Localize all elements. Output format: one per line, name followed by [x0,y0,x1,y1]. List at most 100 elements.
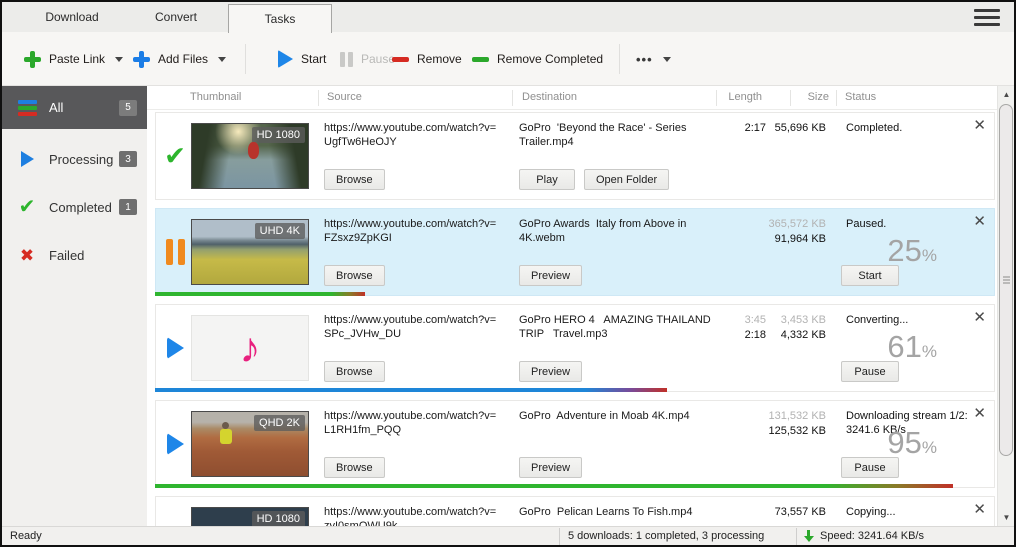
tab-bar: Download Convert Tasks [2,2,1014,32]
pause-state-icon [162,239,188,265]
task-row[interactable]: UHD 4K https://www.youtube.com/watch?v=F… [155,208,995,296]
task-row[interactable]: HD 1080 https://www.youtube.com/watch?v=… [155,496,995,526]
downloads-summary: 5 downloads: 1 completed, 3 processing [568,530,764,542]
tab-tasks[interactable]: Tasks [228,4,332,33]
pause-task-button[interactable]: Pause [841,457,899,478]
plus-icon [24,51,41,68]
video-thumbnail: UHD 4K [191,219,309,285]
progress-bar [155,292,995,296]
content-area: All 5 Processing 3 ✔ Completed 1 ✖ Faile… [2,86,1014,526]
column-thumbnail[interactable]: Thumbnail [190,91,241,103]
preview-button[interactable]: Preview [519,457,582,478]
sidebar-item-completed[interactable]: ✔ Completed 1 [2,190,147,224]
toolbar-separator [245,44,246,74]
plus-icon [133,51,150,68]
close-icon[interactable]: ✕ [973,118,986,133]
column-status[interactable]: Status [845,91,876,103]
task-rows: ✔ HD 1080 https://www.youtube.com/watch?… [147,110,997,526]
sidebar-item-failed[interactable]: ✖ Failed [2,238,147,272]
pause-button[interactable]: Pause [340,32,395,86]
table-header: Thumbnail Source Destination Length Size… [147,86,997,110]
tab-download[interactable]: Download [20,2,124,32]
progress-bar [155,388,995,392]
preview-button[interactable]: Preview [519,265,582,286]
browse-button[interactable]: Browse [324,265,385,286]
vertical-scrollbar[interactable]: ▲ ▼ [997,86,1014,526]
source-url: https://www.youtube.com/watch?v=UgfTw6He… [324,121,516,149]
quality-badge: QHD 2K [254,415,305,431]
progress-percent: 25% [887,233,937,269]
remove-button[interactable]: Remove [392,32,462,86]
paste-link-button[interactable]: Paste Link [24,32,123,86]
source-url: https://www.youtube.com/watch?v=FZsxz9Zp… [324,217,516,245]
pause-task-button[interactable]: Pause [841,361,899,382]
browse-button[interactable]: Browse [324,169,385,190]
play-state-icon [162,433,188,455]
status-bar: Ready 5 downloads: 1 completed, 3 proces… [2,526,1014,545]
start-button[interactable]: Start [278,32,326,86]
sidebar-item-label: Completed [49,200,112,215]
task-list: Thumbnail Source Destination Length Size… [147,86,1014,526]
destination-file: GoPro Adventure in Moab 4K.mp4 [519,409,727,423]
scroll-up-icon[interactable]: ▲ [998,86,1015,103]
sidebar-item-label: All [49,100,63,115]
close-icon[interactable]: ✕ [973,406,986,421]
size-cell: 3,453 KB4,332 KB [736,313,826,343]
sidebar: All 5 Processing 3 ✔ Completed 1 ✖ Faile… [2,86,147,526]
start-task-button[interactable]: Start [841,265,899,286]
close-icon[interactable]: ✕ [973,502,986,517]
video-thumbnail: HD 1080 [191,507,309,526]
destination-file: GoPro Pelican Learns To Fish.mp4 [519,505,727,519]
destination-file: GoPro Awards Italy from Above in 4K.webm [519,217,727,245]
size-cell: 73,557 KB [736,505,826,520]
scroll-down-icon[interactable]: ▼ [998,509,1015,526]
browse-button[interactable]: Browse [324,361,385,382]
add-files-button[interactable]: Add Files [133,32,226,86]
browse-button[interactable]: Browse [324,457,385,478]
source-url: https://www.youtube.com/watch?v=zyI0smQW… [324,505,516,526]
progress-percent: 61% [887,329,937,365]
tab-convert[interactable]: Convert [126,2,226,32]
quality-badge: UHD 4K [255,223,305,239]
close-icon[interactable]: ✕ [973,214,986,229]
ellipsis-icon: ••• [636,52,653,67]
progress-bar [155,484,995,488]
open-folder-button[interactable]: Open Folder [584,169,669,190]
more-options-button[interactable]: ••• [636,32,671,86]
size-cell: 365,572 KB91,964 KB [736,217,826,247]
column-size[interactable]: Size [749,91,829,103]
scrollbar-thumb[interactable] [999,104,1013,456]
play-icon [278,50,293,68]
toolbar: Paste Link Add Files Start Pause Remove … [2,32,1014,86]
chevron-down-icon [663,57,671,62]
task-row[interactable]: QHD 2K https://www.youtube.com/watch?v=L… [155,400,995,488]
task-row[interactable]: ✔ HD 1080 https://www.youtube.com/watch?… [155,112,995,200]
preview-button[interactable]: Preview [519,361,582,382]
toolbar-separator [619,44,620,74]
chevron-down-icon[interactable] [115,57,123,62]
minus-icon [392,57,409,62]
close-icon[interactable]: ✕ [973,310,986,325]
stack-icon [15,100,39,116]
remove-completed-button[interactable]: Remove Completed [472,32,603,86]
play-button[interactable]: Play [519,169,575,190]
size-cell: 55,696 KB [736,121,826,136]
column-source[interactable]: Source [327,91,362,103]
menu-icon[interactable] [974,9,1000,26]
column-destination[interactable]: Destination [522,91,577,103]
sidebar-item-processing[interactable]: Processing 3 [2,142,147,176]
play-icon [15,151,39,167]
chevron-down-icon[interactable] [218,57,226,62]
task-row[interactable]: ♪ https://www.youtube.com/watch?v=SPc_JV… [155,304,995,392]
progress-percent: 95% [887,425,937,461]
count-badge: 3 [119,151,137,167]
check-icon: ✔ [15,197,39,217]
sidebar-item-all[interactable]: All 5 [2,86,147,129]
pause-icon [340,52,353,67]
speed-indicator: Speed: 3241.64 KB/s [820,530,924,542]
play-state-icon [162,337,188,359]
app-window: Download Convert Tasks Paste Link Add Fi… [0,0,1016,547]
video-thumbnail: HD 1080 [191,123,309,189]
quality-badge: HD 1080 [252,511,305,526]
size-cell: 131,532 KB125,532 KB [736,409,826,439]
